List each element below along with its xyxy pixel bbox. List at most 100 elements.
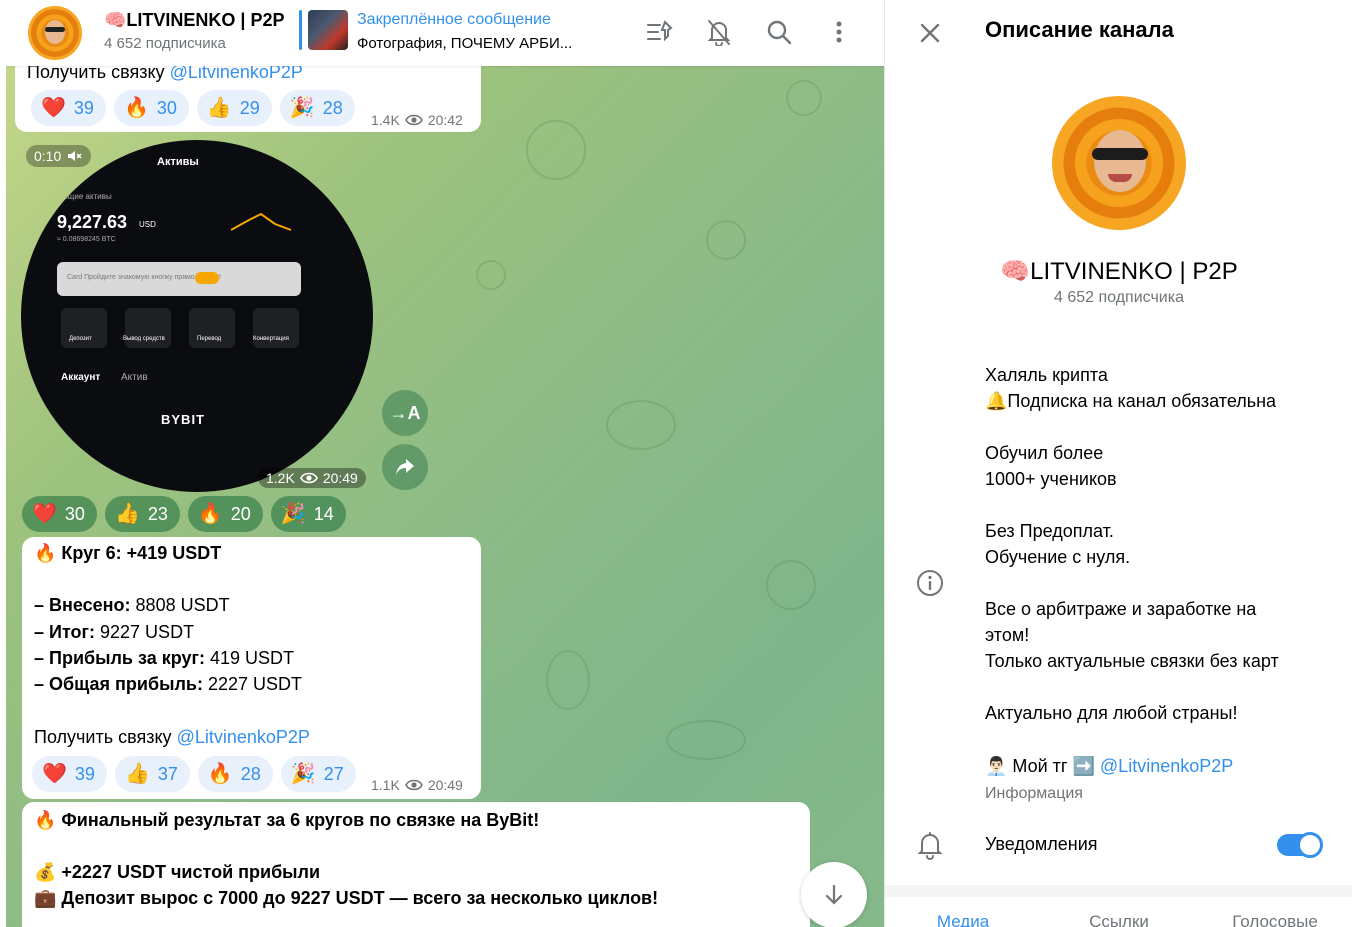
panel-title: Описание канала [985,17,1174,42]
background-doodle [766,560,816,610]
channel-description: Халяль крипта 🔔Подписка на канал обязател… [985,362,1335,752]
pinned-message-text[interactable]: Фотография, ПОЧЕМУ АРБИ... [357,35,572,52]
reactions-row: ❤️ 39 👍 37 🔥 28 🎉 27 [32,756,356,792]
reaction-pill[interactable]: 🎉 28 [279,90,355,126]
background-doodle [476,260,506,290]
message-time: 20:42 [427,112,463,128]
reaction-emoji: 🔥 [207,763,233,785]
video-action-withdraw [125,308,171,348]
tab-links[interactable]: Ссылки [1041,912,1197,927]
video-action-label: Депозит [69,336,92,342]
reaction-count: 39 [74,763,95,784]
video-message[interactable]: Активы Общие активы 9,227.63 USD ≈ 0.086… [21,140,373,492]
video-action-convert [253,308,299,348]
message-line: – Итог: 9227 USDT [34,622,194,643]
scroll-down-button[interactable] [801,862,867,927]
reaction-emoji: 👍 [124,763,150,785]
reaction-emoji: ❤️ [41,97,66,119]
video-balance: 9,227.63 [57,212,128,232]
channel-name: 🧠LITVINENKO | P2P [1000,258,1238,285]
reaction-pill[interactable]: 🔥 28 [197,756,273,792]
line-label: – Общая прибыль: [34,674,203,694]
more-menu-icon[interactable] [823,16,855,48]
contact-line: 👨🏻‍💼 Мой тг ➡️ @LitvinenkoP2P [985,756,1233,777]
forward-button[interactable] [382,444,428,490]
views-count: 1.4K [371,112,400,128]
reaction-pill[interactable]: 👍 29 [196,90,272,126]
reaction-count: 23 [147,503,168,524]
description-line: Обучение с нуля. [985,547,1131,567]
reaction-pill[interactable]: 👍 37 [114,756,190,792]
notifications-toggle[interactable] [1277,832,1323,858]
line-value: 419 USDT [205,648,295,668]
views-eye-icon [404,779,423,791]
message-line: – Прибыль за круг: 419 USDT [34,648,294,669]
reaction-count: 28 [240,763,261,784]
reaction-pill[interactable]: ❤️ 30 [22,496,97,532]
reactions-row: ❤️ 39 🔥 30 👍 29 🎉 28 [31,90,355,126]
reaction-pill[interactable]: 🎉 27 [280,756,356,792]
video-action-label: Перевод [197,336,222,342]
background-doodle [526,120,586,180]
muted-speaker-icon [68,151,82,161]
reaction-emoji: 🎉 [290,763,316,785]
video-timer: 0:10 [26,145,92,167]
arrow-down-icon [825,884,843,905]
section-divider [885,885,1352,897]
video-meta: 1.2K 20:49 [258,468,366,488]
views-count: 1.1K [371,777,400,793]
link-prefix: Получить связку [34,727,177,747]
translate-button[interactable]: →A [382,390,428,436]
search-icon[interactable] [763,16,795,48]
message-bubble[interactable]: 🔥 Круг 6: +419 USDT – Внесено: 8808 USDT… [22,537,481,799]
close-panel-button[interactable] [915,18,945,48]
contact-link[interactable]: @LitvinenkoP2P [1100,756,1233,776]
pinned-indicator [299,10,302,50]
pinned-message-label[interactable]: Закреплённое сообщение [357,11,551,29]
channel-link[interactable]: @LitvinenkoP2P [177,727,310,747]
tab-voice[interactable]: Голосовые [1197,912,1352,927]
description-line: Обучил более [985,443,1104,463]
reaction-pill[interactable]: 🎉 14 [270,496,346,532]
reaction-pill[interactable]: 👍 23 [104,496,180,532]
video-btc: ≈ 0.08698245 BTC [57,236,116,243]
reaction-count: 28 [322,97,343,118]
line-label: – Внесено: [34,595,131,615]
reaction-pill[interactable]: 🔥 20 [187,496,263,532]
translate-icon: →A [389,402,421,423]
description-line: 🔔Подписка на канал обязательна [985,391,1277,411]
chat-header[interactable]: 🧠LITVINENKO | P2P 4 652 подписчика Закре… [6,0,884,66]
pinned-thumbnail[interactable] [308,10,348,50]
reaction-pill[interactable]: 🔥 30 [113,90,189,126]
reaction-pill[interactable]: ❤️ 39 [31,90,106,126]
channel-title[interactable]: 🧠LITVINENKO | P2P [104,10,284,31]
pinned-list-icon[interactable] [644,16,676,48]
description-line: Только актуальные связки без карт [985,651,1279,671]
reaction-emoji: 👍 [206,97,232,119]
chat-area[interactable]: 🧠LITVINENKO | P2P 4 652 подписчика Закре… [6,0,884,927]
background-doodle [666,720,746,760]
channel-avatar-large[interactable] [1052,96,1186,230]
message-bubble[interactable]: 🔥 Финальный результат за 6 кругов по свя… [22,802,810,927]
message-link-line: Получить связку @LitvinenkoP2P [34,727,310,748]
mute-bell-icon[interactable] [703,16,735,48]
background-doodle [786,80,822,116]
tab-media[interactable]: Медиа [885,912,1041,927]
background-doodle [606,400,676,450]
reaction-pill[interactable]: ❤️ 39 [32,756,107,792]
contact-prefix: 👨🏻‍💼 Мой тг ➡️ [985,756,1100,776]
avatar-glasses [45,27,65,32]
message-line: – Внесено: 8808 USDT [34,595,230,616]
channel-avatar[interactable] [28,6,82,60]
reaction-count: 39 [73,97,94,118]
reaction-count: 14 [313,503,334,524]
message-time: 20:49 [322,470,358,486]
reaction-count: 29 [239,97,260,118]
info-icon [917,570,943,596]
message-meta: 1.4K 20:42 [371,112,463,128]
avatar-glasses [1092,148,1148,160]
description-line: этом! [985,625,1030,645]
video-screen-title: Активы [157,156,199,168]
